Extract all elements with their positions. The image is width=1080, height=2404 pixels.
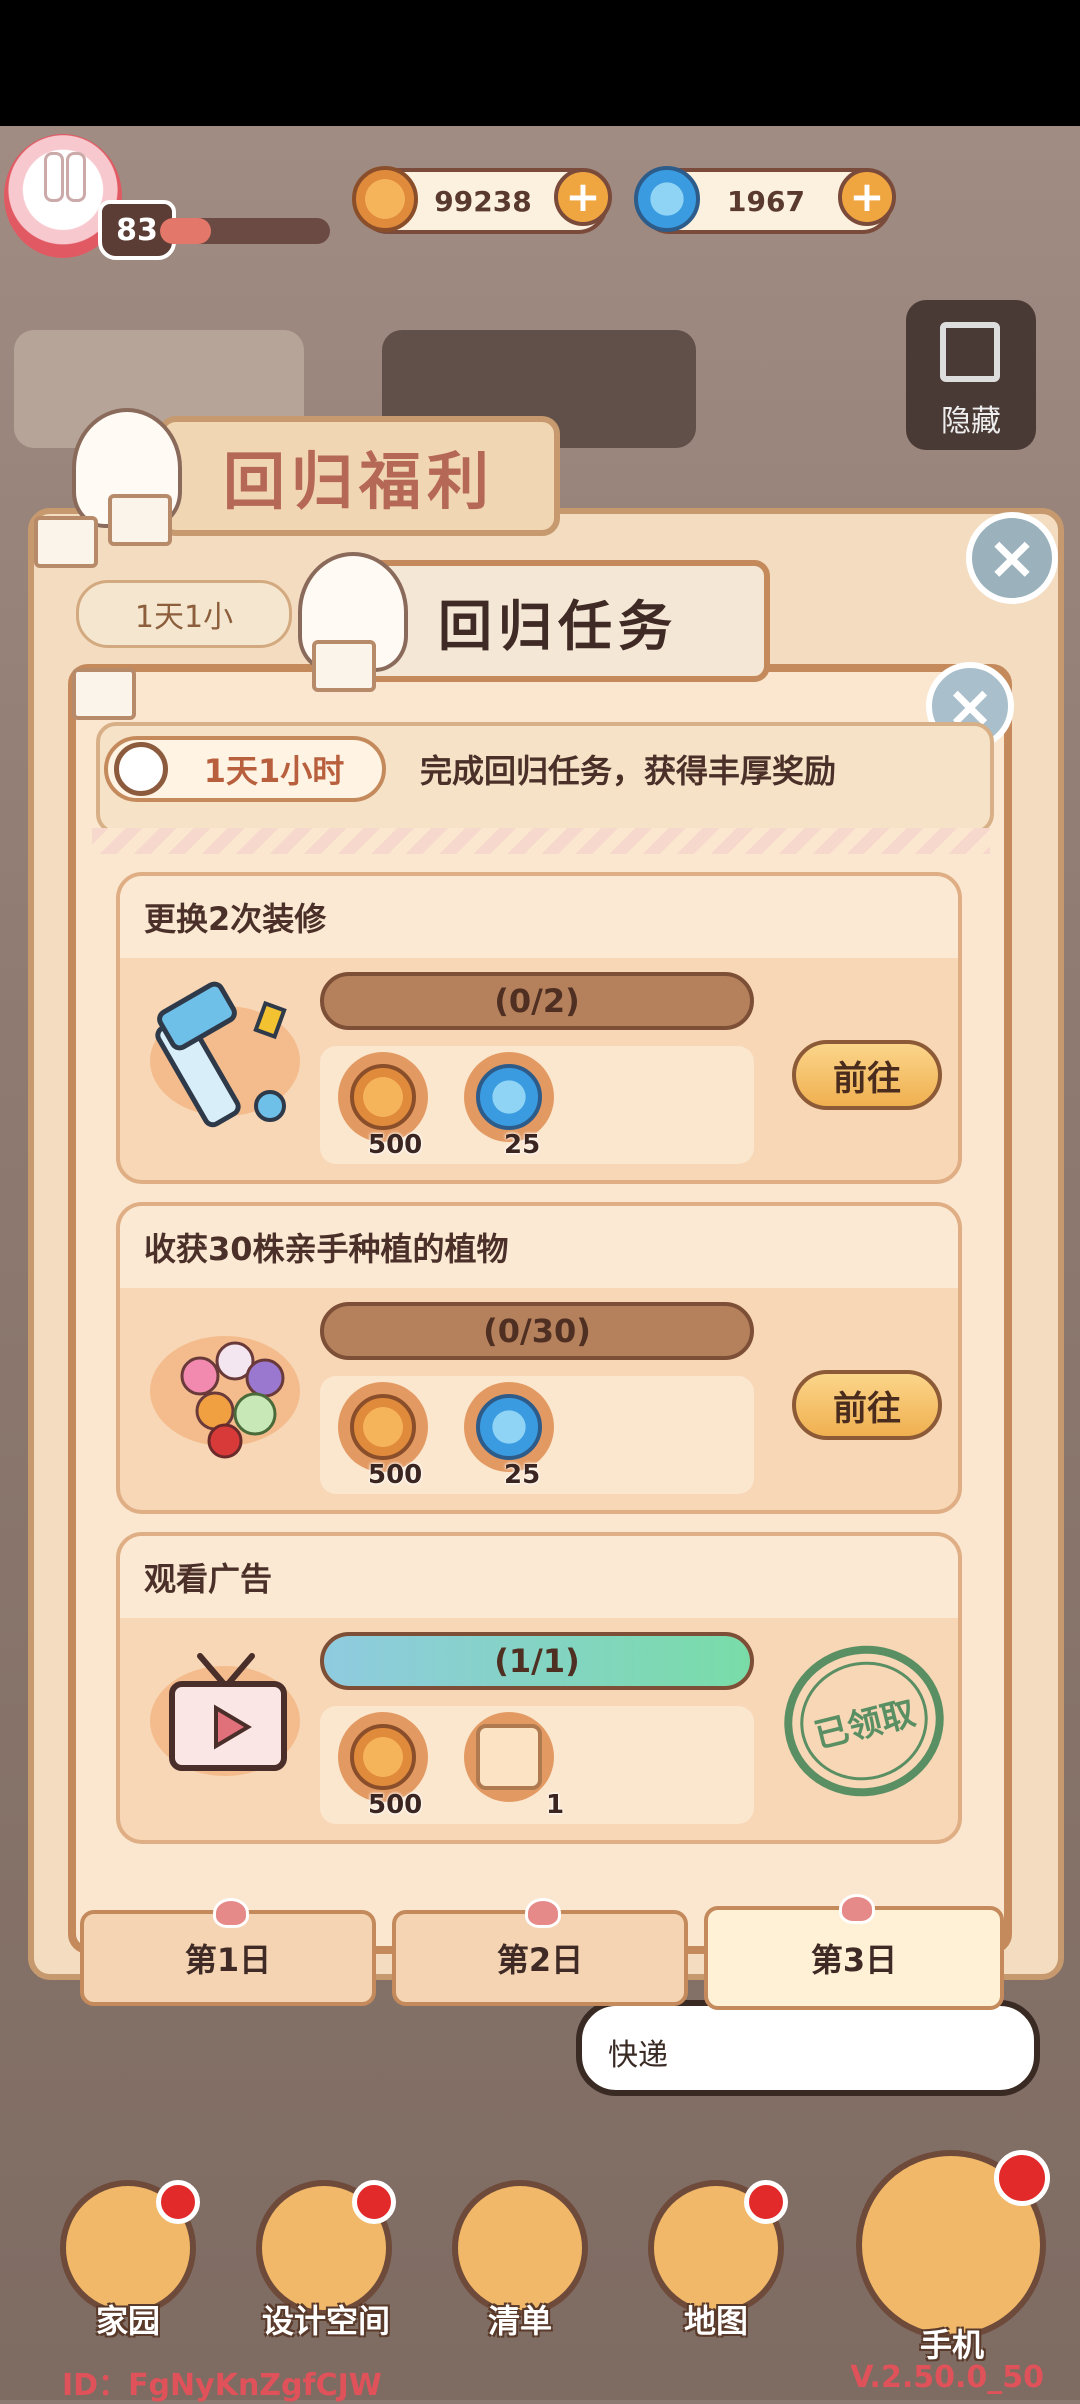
return-welfare-title: 回归福利	[158, 416, 560, 536]
reward-count: 25	[504, 1130, 541, 1160]
avatar-ear-left	[44, 152, 64, 202]
nav-phone-button[interactable]	[856, 2150, 1050, 2340]
tasks-timer-text: 1天1小时	[203, 752, 345, 790]
version-label: V.2.50.0_50	[850, 2360, 1044, 2395]
paint-brush-icon	[140, 976, 320, 1146]
nav-home-label: 家园	[95, 2302, 160, 2340]
speech-bubble: 快递	[576, 2000, 1040, 2096]
xp-bar-fill	[160, 218, 211, 244]
add-coins-button[interactable]: +	[554, 168, 612, 226]
gem-icon	[634, 166, 700, 232]
coin-counter: 99238 +	[352, 166, 612, 234]
reward-item: 500	[338, 1052, 432, 1160]
coin-icon	[350, 1064, 416, 1130]
hide-ui-label: 隐藏	[941, 404, 1001, 439]
coin-icon	[352, 166, 418, 232]
tab-label: 第3日	[810, 1941, 898, 1979]
paw-scroll-icon	[476, 1724, 542, 1790]
avatar-ear-right	[66, 152, 86, 202]
task-progress-bar: (1/1)	[320, 1632, 754, 1690]
claimed-stamp: 已领取	[768, 1628, 958, 1814]
status-bar	[0, 0, 1080, 126]
task-card: 收获30株亲手种植的植物 (0/30) 500 25 前往	[116, 1202, 962, 1514]
tab-day-2[interactable]: 第2日	[392, 1898, 688, 2006]
notification-dot	[156, 2180, 200, 2224]
task-progress-bar: (0/30)	[320, 1302, 754, 1360]
add-gems-button[interactable]: +	[838, 168, 896, 226]
nav-design-label: 设计空间	[261, 2302, 390, 2340]
xp-bar	[160, 218, 330, 244]
task-progress-text: (1/1)	[494, 1642, 580, 1680]
coin-icon	[350, 1394, 416, 1460]
tv-play-icon	[140, 1636, 320, 1806]
gem-icon	[476, 1394, 542, 1460]
nav-list-label: 清单	[487, 2302, 552, 2340]
reward-count: 500	[368, 1460, 423, 1490]
envelope-icon	[108, 494, 172, 546]
reward-count: 25	[504, 1460, 541, 1490]
reward-count: 500	[368, 1130, 423, 1160]
envelope-icon	[312, 640, 376, 692]
reward-item: 500	[338, 1382, 432, 1490]
nav-map-label: 地图	[683, 2302, 748, 2340]
corner-envelope-icon	[72, 668, 136, 720]
task-progress-bar: (0/2)	[320, 972, 754, 1030]
tab-day-1[interactable]: 第1日	[80, 1898, 376, 2006]
reward-count: 500	[368, 1790, 423, 1820]
gem-counter: 1967 +	[634, 166, 896, 234]
welfare-timer: 1天1小	[76, 580, 292, 648]
task-title: 更换2次装修	[144, 900, 327, 938]
paw-icon	[839, 1894, 875, 1924]
notification-dot	[352, 2180, 396, 2224]
return-tasks-title: 回归任务	[346, 560, 770, 682]
tab-label: 第2日	[496, 1941, 584, 1979]
notification-dot	[994, 2150, 1050, 2206]
clock-icon	[114, 742, 168, 796]
notification-dot	[744, 2180, 788, 2224]
close-welfare-button[interactable]: ×	[966, 512, 1058, 604]
task-progress-text: (0/30)	[483, 1312, 591, 1350]
task-rewards: 500 1	[320, 1706, 754, 1824]
tasks-timer: 1天1小时	[104, 736, 386, 802]
coin-icon	[350, 1724, 416, 1790]
tab-day-3[interactable]: 第3日	[704, 1894, 1004, 2010]
reward-count: 1	[546, 1790, 565, 1820]
gem-icon	[476, 1064, 542, 1130]
hide-ui-button[interactable]: 隐藏	[906, 300, 1036, 450]
coin-value: 99238	[434, 184, 532, 218]
go-button[interactable]: 前往	[792, 1040, 942, 1110]
corner-envelope-icon	[34, 516, 98, 568]
reward-item: 1	[464, 1712, 564, 1820]
reward-item: 25	[464, 1052, 558, 1160]
player-id: ID：FgNyKnZgfCJW	[62, 2368, 382, 2403]
gem-value: 1967	[727, 184, 805, 218]
task-progress-text: (0/2)	[494, 982, 580, 1020]
task-card: 更换2次装修 (0/2) 500 25 前往	[116, 872, 962, 1184]
reward-item: 500	[338, 1712, 432, 1820]
go-button[interactable]: 前往	[792, 1370, 942, 1440]
reward-item: 25	[464, 1382, 558, 1490]
task-title: 收获30株亲手种植的植物	[144, 1230, 509, 1268]
speech-bubble-text: 快递	[608, 2038, 668, 2073]
paw-icon	[525, 1898, 561, 1928]
decorative-zigzag-border	[92, 828, 990, 854]
task-rewards: 500 25	[320, 1046, 754, 1164]
task-title: 观看广告	[144, 1560, 273, 1598]
paw-icon	[213, 1898, 249, 1928]
tab-label: 第1日	[184, 1941, 272, 1979]
task-rewards: 500 25	[320, 1376, 754, 1494]
flower-bouquet-icon	[140, 1306, 320, 1476]
fullscreen-icon	[940, 322, 1000, 382]
task-card: 观看广告 (1/1) 500 1 已领取	[116, 1532, 962, 1844]
tasks-description: 完成回归任务，获得丰厚奖励	[420, 752, 837, 790]
